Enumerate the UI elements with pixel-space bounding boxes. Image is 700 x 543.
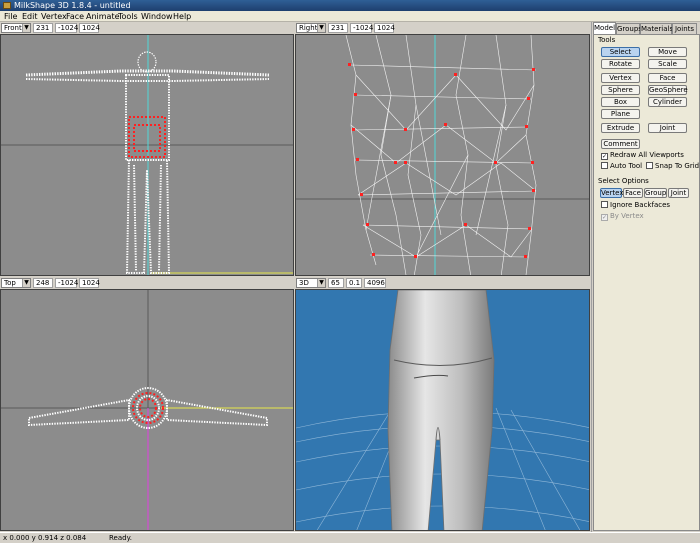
3d-near-field[interactable]: 0.1 [346, 278, 362, 288]
right-wireframe [345, 35, 537, 275]
3d-fov-field[interactable]: 65 [328, 278, 344, 288]
top-view-value: Top [4, 279, 16, 287]
front-viewport[interactable] [0, 34, 294, 276]
sphere-tool-button[interactable]: Sphere [601, 85, 640, 95]
comment-button[interactable]: Comment [601, 139, 640, 149]
redraw-label: Redraw All Viewports [610, 151, 684, 159]
menu-bar: File Edit Vertex Face Animate Tools Wind… [0, 11, 700, 22]
front-viewport-toolbar: Front ▼ 231 -1024 1024 [0, 22, 294, 34]
ignore-backfaces-label: Ignore Backfaces [610, 201, 671, 209]
menu-window[interactable]: Window [141, 11, 173, 22]
chevron-down-icon: ▼ [317, 24, 325, 32]
front-view-value: Front [4, 24, 22, 32]
top-zoom-field[interactable]: 248 [33, 278, 53, 288]
tools-label: Tools [598, 36, 616, 44]
status-bar: x 0.000 y 0.914 z 0.084 Ready. [0, 532, 700, 543]
top-viewport-toolbar: Top ▼ 248 -1024 1024 [0, 277, 294, 289]
front-far-field[interactable]: 1024 [79, 23, 100, 33]
right-view-value: Right [299, 24, 318, 32]
front-zoom-field[interactable]: 231 [33, 23, 53, 33]
auto-tool-checkbox[interactable]: Auto Tool [601, 162, 642, 171]
auto-tool-label: Auto Tool [610, 162, 643, 170]
window-title: MilkShape 3D 1.8.4 - untitled [14, 1, 131, 10]
joint-tool-button[interactable]: Joint [648, 123, 687, 133]
select-face-mode-button[interactable]: Face [623, 188, 643, 198]
menu-animate[interactable]: Animate [86, 11, 120, 22]
chevron-down-icon: ▼ [22, 279, 30, 287]
checkmark-icon: ✓ [601, 153, 608, 160]
select-vertex-mode-button[interactable]: Vertex [600, 188, 624, 198]
model-tab-body: Tools Select Move Rotate Scale Vertex Fa… [593, 34, 700, 531]
select-joint-mode-button[interactable]: Joint [668, 188, 689, 198]
3d-viewport-toolbar: 3D ▼ 65 0.1 4096 [295, 277, 590, 289]
3d-far-field[interactable]: 4096 [364, 278, 386, 288]
front-selected-vertices [128, 116, 166, 158]
extrude-tool-button[interactable]: Extrude [601, 123, 640, 133]
3d-view-select[interactable]: 3D ▼ [296, 278, 326, 288]
top-view-select[interactable]: Top ▼ [1, 278, 31, 288]
front-near-field[interactable]: -1024 [55, 23, 78, 33]
tab-groups[interactable]: Groups [616, 23, 642, 34]
move-tool-button[interactable]: Move [648, 47, 687, 57]
checkbox-icon [601, 162, 608, 169]
menu-tools[interactable]: Tools [118, 11, 138, 22]
status-text: Ready. [109, 534, 132, 542]
select-options-label: Select Options [598, 177, 649, 185]
right-zoom-field[interactable]: 231 [328, 23, 348, 33]
cylinder-tool-button[interactable]: Cylinder [648, 97, 687, 107]
face-tool-button[interactable]: Face [648, 73, 687, 83]
top-near-field[interactable]: -1024 [55, 278, 78, 288]
menu-vertex[interactable]: Vertex [41, 11, 67, 22]
rotate-tool-button[interactable]: Rotate [601, 59, 640, 69]
checkmark-icon: ✓ [601, 214, 608, 221]
right-viewport-toolbar: Right ▼ 231 -1024 1024 [295, 22, 590, 34]
right-view-select[interactable]: Right ▼ [296, 23, 326, 33]
title-bar: MilkShape 3D 1.8.4 - untitled [0, 0, 700, 11]
geosphere-tool-button[interactable]: GeoSphere [648, 85, 688, 95]
snap-to-grid-checkbox[interactable]: Snap To Grid [646, 162, 699, 171]
3d-viewport[interactable] [295, 289, 590, 531]
tab-materials[interactable]: Materials [640, 23, 673, 34]
tab-joints[interactable]: Joints [672, 23, 697, 34]
select-group-mode-button[interactable]: Group [644, 188, 667, 198]
right-viewport[interactable] [295, 34, 590, 276]
front-view-select[interactable]: Front ▼ [1, 23, 31, 33]
menu-file[interactable]: File [4, 11, 17, 22]
model-panel: Model Groups Materials Joints Tools Sele… [591, 22, 700, 532]
box-tool-button[interactable]: Box [601, 97, 640, 107]
cursor-coordinates: x 0.000 y 0.914 z 0.084 [3, 534, 87, 542]
checkbox-icon [601, 201, 608, 208]
select-tool-button[interactable]: Select [601, 47, 640, 57]
top-viewport[interactable] [0, 289, 294, 531]
vertex-tool-button[interactable]: Vertex [601, 73, 640, 83]
menu-face[interactable]: Face [66, 11, 84, 22]
scale-tool-button[interactable]: Scale [648, 59, 687, 69]
ignore-backfaces-checkbox[interactable]: Ignore Backfaces [601, 201, 670, 210]
snap-label: Snap To Grid [655, 162, 700, 170]
by-vertex-label: By Vertex [610, 212, 644, 220]
plane-tool-button[interactable]: Plane [601, 109, 640, 119]
menu-help[interactable]: Help [173, 11, 191, 22]
3d-model [387, 290, 495, 530]
menu-edit[interactable]: Edit [22, 11, 38, 22]
right-near-field[interactable]: -1024 [350, 23, 373, 33]
chevron-down-icon: ▼ [317, 279, 325, 287]
app-icon [3, 2, 11, 9]
chevron-down-icon: ▼ [22, 24, 30, 32]
top-far-field[interactable]: 1024 [79, 278, 100, 288]
tab-model[interactable]: Model [593, 22, 616, 34]
checkbox-icon [646, 162, 653, 169]
3d-view-value: 3D [299, 279, 309, 287]
redraw-all-viewports-checkbox[interactable]: ✓ Redraw All Viewports [601, 151, 684, 160]
by-vertex-checkbox: ✓ By Vertex [601, 212, 644, 221]
right-far-field[interactable]: 1024 [374, 23, 395, 33]
